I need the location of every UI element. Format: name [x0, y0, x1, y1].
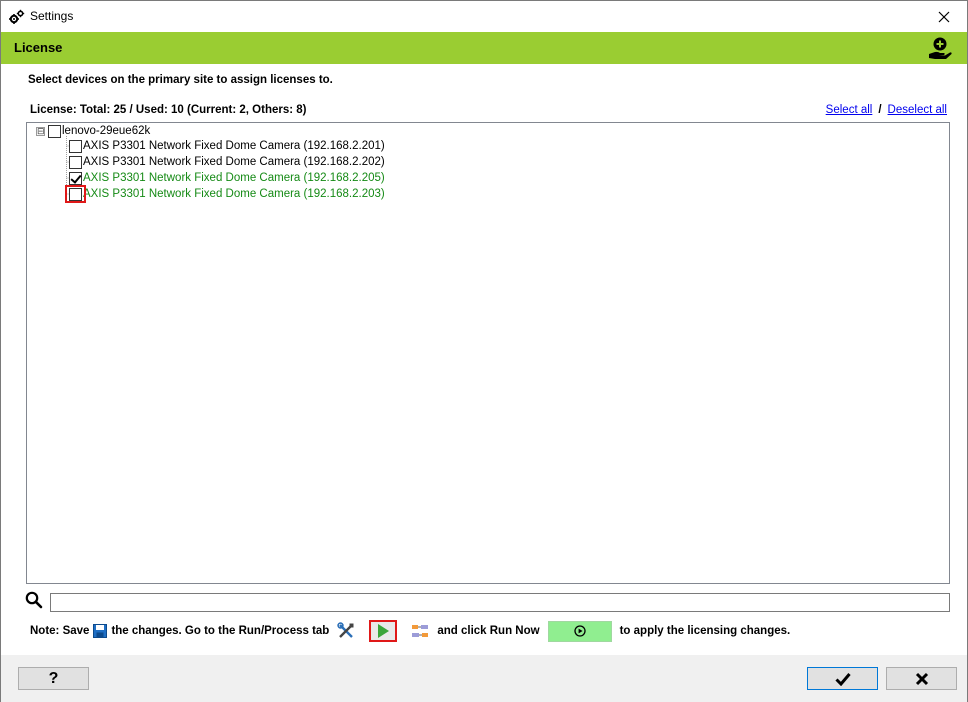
- device-checkbox-1[interactable]: [69, 155, 82, 169]
- device-label-2: AXIS P3301 Network Fixed Dome Camera (19…: [83, 172, 385, 184]
- link-separator: /: [878, 104, 882, 116]
- license-summary: License: Total: 25 / Used: 10 (Current: …: [30, 104, 307, 116]
- tools-icon: [337, 622, 354, 638]
- play-icon: [378, 624, 390, 638]
- device-label-3: AXIS P3301 Network Fixed Dome Camera (19…: [83, 188, 385, 200]
- note-text-1: Note: Save: [30, 625, 90, 637]
- tree-root-label: lenovo-29eue62k: [62, 125, 151, 137]
- close-icon: [938, 11, 950, 22]
- device-label-0: AXIS P3301 Network Fixed Dome Camera (19…: [83, 140, 385, 152]
- title-bar: Settings: [1, 1, 967, 32]
- tree-collapse-toggle[interactable]: ⊟: [36, 126, 45, 136]
- run-now-icon: [573, 625, 586, 637]
- footer-bar: ?: [1, 655, 967, 702]
- license-hand-plus-icon: [929, 37, 952, 59]
- tree-root-checkbox[interactable]: [48, 124, 61, 138]
- settings-window: Settings License Select devices on the p…: [0, 0, 968, 702]
- cancel-button[interactable]: [886, 667, 957, 690]
- select-links: Select all / Deselect all: [826, 104, 947, 116]
- device-checkbox-3-wrap: [65, 184, 86, 203]
- search-input[interactable]: [50, 593, 950, 612]
- device-tree[interactable]: ⊟ lenovo-29eue62k AXIS P3301 Network Fix…: [26, 122, 950, 584]
- save-icon: [93, 624, 108, 638]
- select-all-link[interactable]: Select all: [826, 104, 873, 116]
- checkmark-icon: [834, 672, 851, 686]
- tree-item-2[interactable]: AXIS P3301 Network Fixed Dome Camera (19…: [69, 170, 385, 186]
- help-button[interactable]: ?: [18, 667, 89, 690]
- note-row: Note: Save the changes. Go to the Run/Pr…: [30, 620, 794, 642]
- window-close-button[interactable]: [921, 1, 967, 32]
- process-icon: [412, 625, 429, 637]
- note-text-2: the changes. Go to the Run/Process tab: [111, 625, 330, 637]
- deselect-all-link[interactable]: Deselect all: [888, 104, 947, 116]
- tree-item-3[interactable]: AXIS P3301 Network Fixed Dome Camera (19…: [65, 184, 385, 203]
- window-title: Settings: [30, 9, 74, 23]
- run-process-tab-button[interactable]: [369, 620, 398, 642]
- x-icon: [915, 672, 928, 685]
- checkbox-highlight-box: [65, 184, 86, 203]
- tree-item-0[interactable]: AXIS P3301 Network Fixed Dome Camera (19…: [69, 138, 385, 154]
- ok-button[interactable]: [807, 667, 878, 690]
- device-checkbox-2[interactable]: [69, 171, 82, 185]
- note-text-3: and click Run Now: [437, 625, 540, 637]
- search-icon: [25, 591, 43, 609]
- section-header: License: [1, 32, 967, 64]
- device-label-1: AXIS P3301 Network Fixed Dome Camera (19…: [83, 156, 385, 168]
- tree-item-1[interactable]: AXIS P3301 Network Fixed Dome Camera (19…: [69, 154, 385, 170]
- gears-icon: [9, 9, 25, 24]
- instruction-text: Select devices on the primary site to as…: [28, 74, 333, 86]
- run-now-button[interactable]: [547, 620, 612, 642]
- note-text-4: to apply the licensing changes.: [619, 625, 791, 637]
- device-checkbox-0[interactable]: [69, 139, 82, 153]
- tree-root-row[interactable]: ⊟ lenovo-29eue62k: [36, 123, 150, 139]
- section-title: License: [14, 40, 63, 55]
